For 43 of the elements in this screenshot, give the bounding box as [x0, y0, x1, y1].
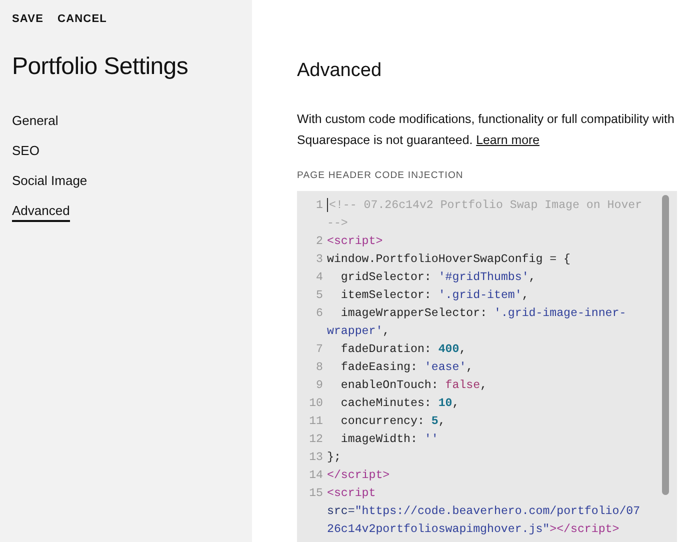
code-line: cacheMinutes: 10, [340, 396, 460, 412]
line-number: 1 [315, 198, 324, 214]
save-button[interactable]: SAVE [12, 13, 44, 25]
line-number: 6 [315, 306, 324, 322]
text-cursor [327, 198, 328, 212]
code-line: <script src="https://code.beaverhero.com/portfolio/0726c14v2portfolioswapimghover.js"></script> [327, 486, 642, 538]
section-title: Advanced [297, 60, 383, 82]
field-label: PAGE HEADER CODE INJECTION [297, 170, 464, 181]
line-number: 9 [315, 378, 324, 394]
sidebar-item[interactable]: Advanced [12, 203, 70, 222]
line-number: 13 [308, 450, 324, 466]
code-line: </script> [327, 468, 391, 484]
cancel-button[interactable]: CANCEL [58, 13, 107, 25]
code-editor[interactable] [297, 191, 677, 542]
line-number: 4 [315, 270, 324, 286]
line-number: 2 [315, 234, 324, 250]
code-line: <!-- 07.26c14v2 Portfolio Swap Image on Hover --> [327, 197, 643, 232]
code-line: itemSelector: '.grid-item', [340, 288, 530, 304]
line-number: 11 [308, 414, 324, 430]
learn-more-link[interactable]: Learn more [476, 133, 540, 147]
code-line: imageWidth: '' [340, 432, 440, 448]
line-number: 3 [315, 252, 324, 268]
sidebar-title: Portfolio Settings [12, 53, 190, 81]
code-line: fadeEasing: 'ease', [340, 360, 474, 376]
code-line: gridSelector: '#gridThumbs', [340, 270, 537, 286]
code-line: }; [327, 450, 342, 466]
line-number: 5 [315, 288, 324, 304]
code-line: fadeDuration: 400, [340, 342, 468, 358]
sidebar-item[interactable]: General [12, 113, 58, 132]
line-number: 15 [308, 486, 324, 502]
code-line: window.PortfolioHoverSwapConfig = { [327, 252, 572, 268]
sidebar-item[interactable]: SEO [12, 143, 40, 162]
code-line: <script> [327, 234, 384, 250]
scrollbar[interactable] [662, 195, 669, 495]
line-number: 14 [308, 468, 324, 484]
line-number: 10 [308, 396, 324, 412]
code-line: concurrency: 5, [340, 414, 446, 430]
code-line: enableOnTouch: false, [340, 378, 488, 394]
line-number: 12 [308, 432, 324, 448]
line-number: 8 [315, 360, 324, 376]
line-number: 7 [315, 342, 324, 358]
description-text: With custom code modifications, functionality or full compatibility with Squarespace is not guaranteed. Learn more [297, 111, 676, 149]
sidebar-item[interactable]: Social Image [12, 173, 88, 192]
